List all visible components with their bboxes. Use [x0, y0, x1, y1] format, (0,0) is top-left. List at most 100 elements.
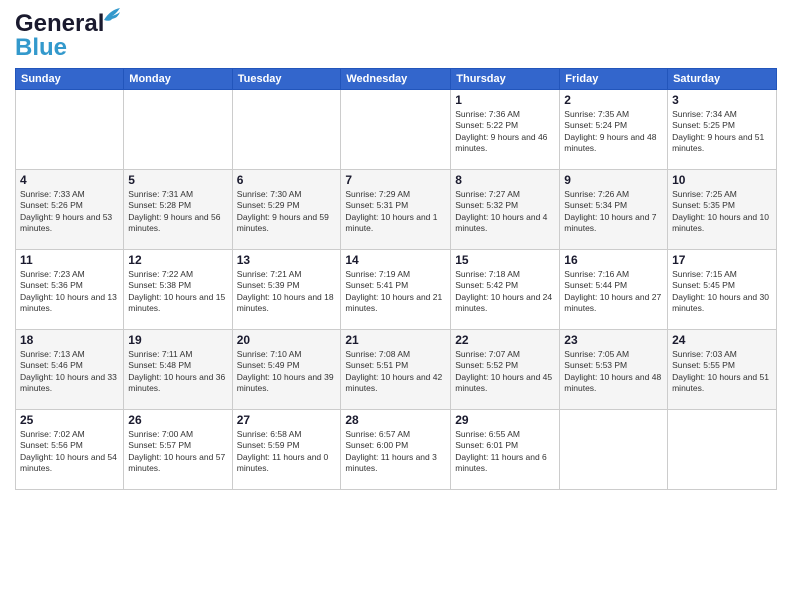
calendar-cell: 13 Sunrise: 7:21 AM Sunset: 5:39 PM Dayli…	[232, 250, 341, 330]
calendar-cell: 5 Sunrise: 7:31 AM Sunset: 5:28 PM Daylig…	[124, 170, 232, 250]
calendar-dow-monday: Monday	[124, 69, 232, 90]
day-info: Sunrise: 7:07 AM Sunset: 5:52 PM Dayligh…	[455, 349, 555, 395]
day-number: 24	[672, 333, 772, 347]
calendar-week-5: 25 Sunrise: 7:02 AM Sunset: 5:56 PM Dayli…	[16, 410, 777, 490]
day-number: 4	[20, 173, 119, 187]
day-number: 13	[237, 253, 337, 267]
day-number: 3	[672, 93, 772, 107]
day-info: Sunrise: 7:18 AM Sunset: 5:42 PM Dayligh…	[455, 269, 555, 315]
day-info: Sunrise: 7:30 AM Sunset: 5:29 PM Dayligh…	[237, 189, 337, 235]
day-number: 11	[20, 253, 119, 267]
calendar-dow-wednesday: Wednesday	[341, 69, 451, 90]
calendar-dow-tuesday: Tuesday	[232, 69, 341, 90]
day-info: Sunrise: 7:25 AM Sunset: 5:35 PM Dayligh…	[672, 189, 772, 235]
logo-blue: Blue	[15, 34, 67, 62]
calendar-cell: 16Sunrise: 7:16 AM Sunset: 5:44 PM Dayli…	[560, 250, 668, 330]
calendar-week-4: 18 Sunrise: 7:13 AM Sunset: 5:46 PM Dayli…	[16, 330, 777, 410]
calendar-dow-friday: Friday	[560, 69, 668, 90]
day-info: Sunrise: 7:10 AM Sunset: 5:49 PM Dayligh…	[237, 349, 337, 395]
day-number: 17	[672, 253, 772, 267]
day-number: 8	[455, 173, 555, 187]
calendar-cell: 11 Sunrise: 7:23 AM Sunset: 5:36 PM Dayli…	[16, 250, 124, 330]
day-number: 6	[237, 173, 337, 187]
calendar-table: SundayMondayTuesdayWednesdayThursdayFrid…	[15, 68, 777, 490]
day-info: Sunrise: 7:29 AM Sunset: 5:31 PM Dayligh…	[345, 189, 446, 235]
day-number: 28	[345, 413, 446, 427]
calendar-cell: 24 Sunrise: 7:03 AM Sunset: 5:55 PM Dayli…	[668, 330, 777, 410]
calendar-cell: 2Sunrise: 7:35 AM Sunset: 5:24 PM Daylig…	[560, 90, 668, 170]
day-info: Sunrise: 6:57 AM Sunset: 6:00 PM Dayligh…	[345, 429, 446, 475]
calendar-cell: 21 Sunrise: 7:08 AM Sunset: 5:51 PM Dayli…	[341, 330, 451, 410]
calendar-cell: 4 Sunrise: 7:33 AM Sunset: 5:26 PM Daylig…	[16, 170, 124, 250]
day-number: 1	[455, 93, 555, 107]
calendar-cell: 22 Sunrise: 7:07 AM Sunset: 5:52 PM Dayli…	[451, 330, 560, 410]
calendar-cell: 1 Sunrise: 7:36 AM Sunset: 5:22 PM Daylig…	[451, 90, 560, 170]
day-info: Sunrise: 7:03 AM Sunset: 5:55 PM Dayligh…	[672, 349, 772, 395]
calendar-cell: 9 Sunrise: 7:26 AM Sunset: 5:34 PM Daylig…	[560, 170, 668, 250]
day-number: 20	[237, 333, 337, 347]
day-info: Sunrise: 7:00 AM Sunset: 5:57 PM Dayligh…	[128, 429, 227, 475]
calendar-cell: 25 Sunrise: 7:02 AM Sunset: 5:56 PM Dayli…	[16, 410, 124, 490]
day-number: 15	[455, 253, 555, 267]
calendar-cell: 20 Sunrise: 7:10 AM Sunset: 5:49 PM Dayli…	[232, 330, 341, 410]
logo-bird-icon	[102, 6, 122, 24]
calendar-week-1: 1 Sunrise: 7:36 AM Sunset: 5:22 PM Daylig…	[16, 90, 777, 170]
day-number: 22	[455, 333, 555, 347]
day-number: 5	[128, 173, 227, 187]
calendar-dow-sunday: Sunday	[16, 69, 124, 90]
calendar-cell	[232, 90, 341, 170]
calendar-cell: 23 Sunrise: 7:05 AM Sunset: 5:53 PM Dayli…	[560, 330, 668, 410]
day-info: Sunrise: 7:36 AM Sunset: 5:22 PM Dayligh…	[455, 109, 555, 155]
calendar-week-2: 4 Sunrise: 7:33 AM Sunset: 5:26 PM Daylig…	[16, 170, 777, 250]
day-info: Sunrise: 7:21 AM Sunset: 5:39 PM Dayligh…	[237, 269, 337, 315]
calendar-cell: 17 Sunrise: 7:15 AM Sunset: 5:45 PM Dayli…	[668, 250, 777, 330]
calendar-cell	[560, 410, 668, 490]
calendar-cell: 6 Sunrise: 7:30 AM Sunset: 5:29 PM Daylig…	[232, 170, 341, 250]
logo-general: General	[15, 10, 104, 37]
calendar-cell: 8 Sunrise: 7:27 AM Sunset: 5:32 PM Daylig…	[451, 170, 560, 250]
day-number: 19	[128, 333, 227, 347]
day-info: Sunrise: 7:08 AM Sunset: 5:51 PM Dayligh…	[345, 349, 446, 395]
day-info: Sunrise: 7:13 AM Sunset: 5:46 PM Dayligh…	[20, 349, 119, 395]
calendar-dow-saturday: Saturday	[668, 69, 777, 90]
day-info: Sunrise: 7:11 AM Sunset: 5:48 PM Dayligh…	[128, 349, 227, 395]
calendar-cell: 26 Sunrise: 7:00 AM Sunset: 5:57 PM Dayli…	[124, 410, 232, 490]
calendar-cell: 10 Sunrise: 7:25 AM Sunset: 5:35 PM Dayli…	[668, 170, 777, 250]
day-info: Sunrise: 6:55 AM Sunset: 6:01 PM Dayligh…	[455, 429, 555, 475]
calendar-cell: 18 Sunrise: 7:13 AM Sunset: 5:46 PM Dayli…	[16, 330, 124, 410]
day-number: 10	[672, 173, 772, 187]
day-number: 18	[20, 333, 119, 347]
calendar-cell	[124, 90, 232, 170]
day-info: Sunrise: 7:27 AM Sunset: 5:32 PM Dayligh…	[455, 189, 555, 235]
calendar-cell: 27 Sunrise: 6:58 AM Sunset: 5:59 PM Dayli…	[232, 410, 341, 490]
day-number: 16	[564, 253, 663, 267]
day-info: Sunrise: 7:31 AM Sunset: 5:28 PM Dayligh…	[128, 189, 227, 235]
calendar-cell: 28 Sunrise: 6:57 AM Sunset: 6:00 PM Dayli…	[341, 410, 451, 490]
calendar-dow-thursday: Thursday	[451, 69, 560, 90]
day-info: Sunrise: 7:15 AM Sunset: 5:45 PM Dayligh…	[672, 269, 772, 315]
calendar-cell	[341, 90, 451, 170]
day-number: 14	[345, 253, 446, 267]
day-info: Sunrise: 6:58 AM Sunset: 5:59 PM Dayligh…	[237, 429, 337, 475]
day-info: Sunrise: 7:19 AM Sunset: 5:41 PM Dayligh…	[345, 269, 446, 315]
day-info: Sunrise: 7:02 AM Sunset: 5:56 PM Dayligh…	[20, 429, 119, 475]
day-number: 25	[20, 413, 119, 427]
calendar-week-3: 11 Sunrise: 7:23 AM Sunset: 5:36 PM Dayli…	[16, 250, 777, 330]
page-header: General Blue	[15, 10, 777, 62]
day-info: Sunrise: 7:05 AM Sunset: 5:53 PM Dayligh…	[564, 349, 663, 395]
day-number: 23	[564, 333, 663, 347]
calendar-cell	[668, 410, 777, 490]
day-number: 26	[128, 413, 227, 427]
day-number: 9	[564, 173, 663, 187]
calendar-cell: 29Sunrise: 6:55 AM Sunset: 6:01 PM Dayli…	[451, 410, 560, 490]
calendar-header-row: SundayMondayTuesdayWednesdayThursdayFrid…	[16, 69, 777, 90]
day-info: Sunrise: 7:33 AM Sunset: 5:26 PM Dayligh…	[20, 189, 119, 235]
calendar-cell	[16, 90, 124, 170]
day-info: Sunrise: 7:23 AM Sunset: 5:36 PM Dayligh…	[20, 269, 119, 315]
day-number: 27	[237, 413, 337, 427]
day-number: 21	[345, 333, 446, 347]
day-info: Sunrise: 7:26 AM Sunset: 5:34 PM Dayligh…	[564, 189, 663, 235]
calendar-cell: 12Sunrise: 7:22 AM Sunset: 5:38 PM Dayli…	[124, 250, 232, 330]
day-info: Sunrise: 7:35 AM Sunset: 5:24 PM Dayligh…	[564, 109, 663, 155]
calendar-cell: 19 Sunrise: 7:11 AM Sunset: 5:48 PM Dayli…	[124, 330, 232, 410]
